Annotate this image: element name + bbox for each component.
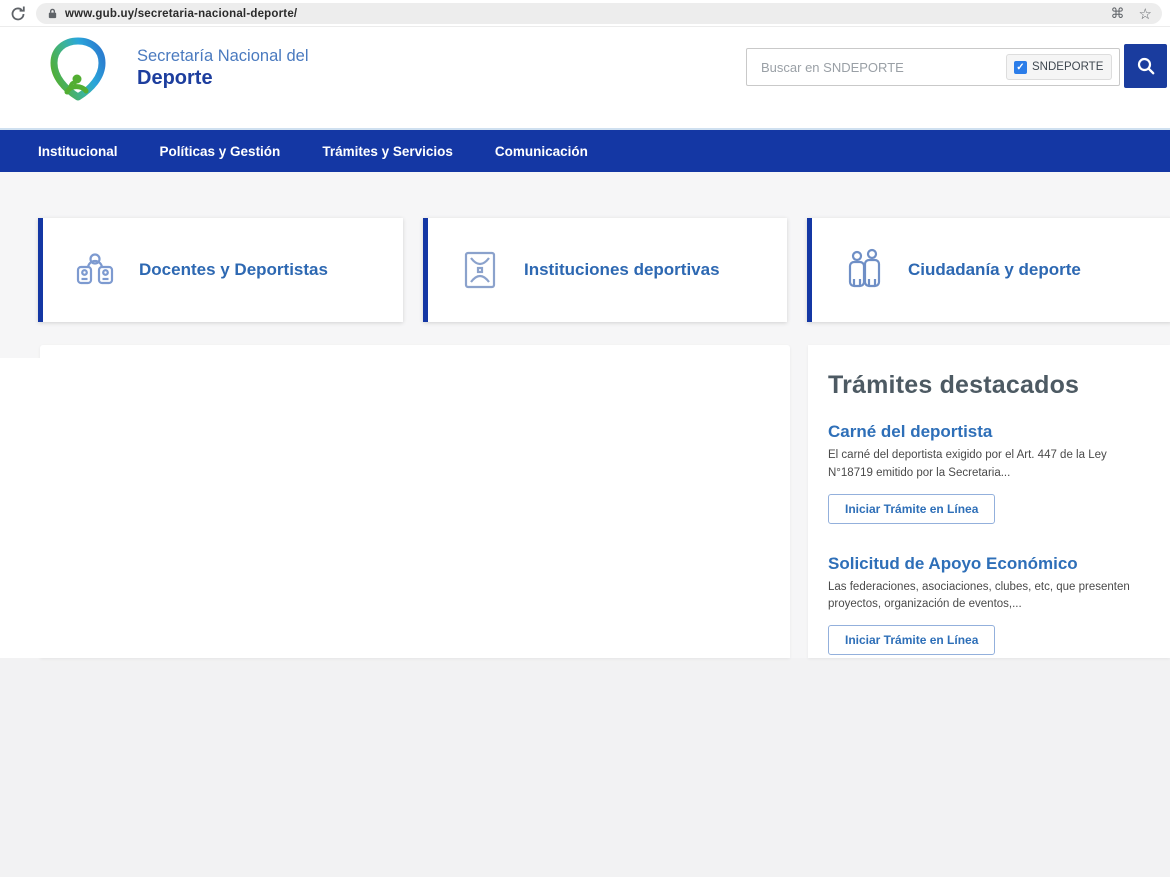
category-card-instituciones-deportivas[interactable]: Instituciones deportivas [423,218,787,322]
category-label: Ciudadanía y deporte [908,260,1081,280]
sndeporte-logo-icon[interactable] [45,35,111,105]
sports-institution-icon [458,248,502,292]
address-bar[interactable]: www.gub.uy/secretaria-nacional-deporte/ … [36,3,1162,24]
content-panel-blank [40,345,790,658]
url-text: www.gub.uy/secretaria-nacional-deporte/ [65,8,297,20]
iniciar-tramite-button[interactable]: Iniciar Trámite en Línea [828,625,995,655]
tramite-link-solicitud-apoyo-economico[interactable]: Solicitud de Apoyo Económico [828,554,1150,574]
category-label: Docentes y Deportistas [139,260,328,280]
content-panel-blank-edge [0,358,42,658]
nav-item-politicas-y-gestion[interactable]: Políticas y Gestión [160,144,281,159]
page: www.gub.uy/secretaria-nacional-deporte/ … [0,0,1170,877]
list-item: Carné del deportista El carné del deport… [828,422,1150,524]
lock-icon [47,7,59,21]
command-icon[interactable]: ⌘ [1111,5,1125,22]
main-nav: Institucional Políticas y Gestión Trámit… [0,130,1170,172]
search-scope-chip[interactable]: ✓ SNDEPORTE [1006,54,1112,80]
nav-item-institucional[interactable]: Institucional [38,144,118,159]
bottom-background [0,658,1170,877]
featured-procedures-panel: Trámites destacados Carné del deportista… [808,345,1170,658]
search-scope-label: SNDEPORTE [1032,61,1103,73]
list-item: Solicitud de Apoyo Económico Las federac… [828,554,1150,656]
tramite-link-carne-del-deportista[interactable]: Carné del deportista [828,422,1150,442]
site-title-line1: Secretaría Nacional del [137,47,309,66]
iniciar-tramite-button[interactable]: Iniciar Trámite en Línea [828,494,995,524]
nav-item-comunicacion[interactable]: Comunicación [495,144,588,159]
browser-toolbar: www.gub.uy/secretaria-nacional-deporte/ … [0,0,1170,27]
category-card-ciudadania-y-deporte[interactable]: Ciudadanía y deporte [807,218,1170,322]
magnifier-icon [1135,55,1157,77]
tramite-description: Las federaciones, asociaciones, clubes, … [828,579,1150,615]
checkbox-checked-icon[interactable]: ✓ [1014,61,1027,74]
site-title[interactable]: Secretaría Nacional del Deporte [137,47,309,90]
category-card-docentes-y-deportistas[interactable]: Docentes y Deportistas [38,218,403,322]
site-title-line2: Deporte [137,67,309,90]
nav-item-tramites-y-servicios[interactable]: Trámites y Servicios [322,144,453,159]
bookmark-star-icon[interactable]: ☆ [1139,5,1152,23]
reload-icon[interactable] [8,4,28,24]
site-header: Secretaría Nacional del Deporte ✓ SNDEPO… [0,27,1170,130]
tramite-description: El carné del deportista exigido por el A… [828,447,1150,483]
category-label: Instituciones deportivas [524,260,720,280]
featured-title: Trámites destacados [828,371,1150,400]
citizens-sport-icon [842,248,886,292]
teachers-athletes-icon [73,248,117,292]
search-button[interactable] [1124,44,1167,88]
